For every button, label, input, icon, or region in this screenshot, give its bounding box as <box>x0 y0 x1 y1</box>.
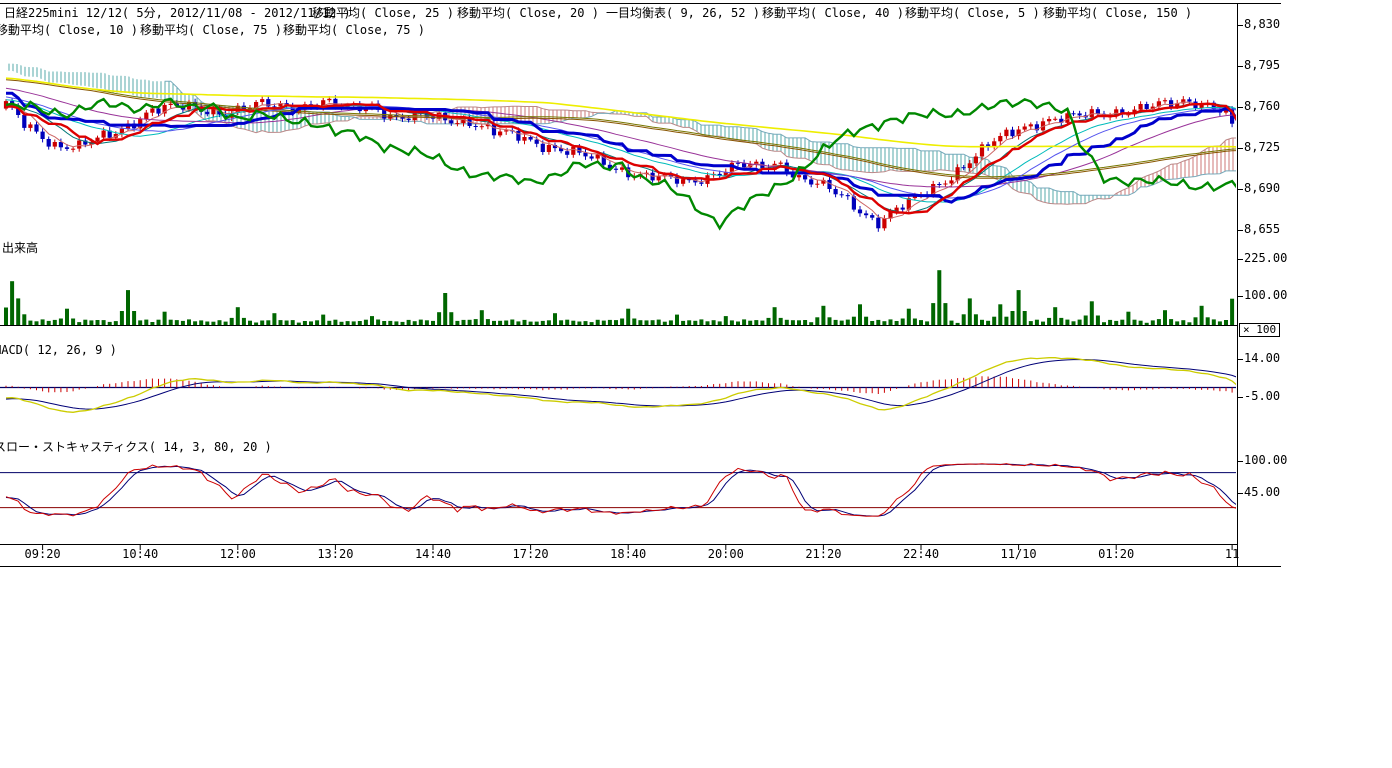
stochastics-panel-label: スロー・ストキャスティクス( 14, 3, 80, 20 ) <box>0 441 272 454</box>
legend-item: 移動平均( Close, 75 ) <box>140 24 282 37</box>
legend-item: 移動平均( Close, 150 ) <box>1043 7 1192 20</box>
stoch-axis-label: 45.00 <box>1244 486 1280 499</box>
legend-item: 移動平均( Close, 25 ) <box>312 7 454 20</box>
time-axis-label: 12:00 <box>220 548 256 561</box>
legend-item: 移動平均( Close, 40 ) <box>762 7 904 20</box>
macd-axis-label: -5.00 <box>1244 390 1280 403</box>
chart-application-window: 出来高 MACD( 12, 26, 9 ) スロー・ストキャスティクス( 14,… <box>0 0 1392 768</box>
time-axis-label: 13:20 <box>317 548 353 561</box>
price-axis-label: 8,760 <box>1244 100 1280 113</box>
price-axis-label: 8,690 <box>1244 182 1280 195</box>
volume-axis-label: 225.00 <box>1244 252 1287 265</box>
price-axis-label: 8,655 <box>1244 223 1280 236</box>
time-axis-label: 11 <box>1225 548 1239 561</box>
time-axis-label: 20:00 <box>708 548 744 561</box>
volume-axis-label: 100.00 <box>1244 289 1287 302</box>
time-axis-label: 18:40 <box>610 548 646 561</box>
legend-item: 移動平均( Close, 10 ) <box>0 24 138 37</box>
time-axis-label: 14:40 <box>415 548 451 561</box>
time-axis-label: 01:20 <box>1098 548 1134 561</box>
volume-panel <box>4 259 1240 325</box>
time-axis-label: 21:20 <box>805 548 841 561</box>
macd-panel <box>0 358 1238 413</box>
stochastics-panel <box>0 464 1238 517</box>
macd-axis-label: 14.00 <box>1244 352 1280 365</box>
legend-item: 移動平均( Close, 20 ) <box>457 7 599 20</box>
price-axis-label: 8,830 <box>1244 18 1280 31</box>
legend-item: 移動平均( Close, 5 ) <box>905 7 1040 20</box>
legend-item: 日経225mini 12/12( 5分, 2012/11/08 - 2012/1… <box>4 7 351 20</box>
chart-frame <box>0 4 1281 567</box>
volume-panel-label: 出来高 <box>2 242 38 255</box>
price-axis-label: 8,795 <box>1244 59 1280 72</box>
price-axis-label: 8,725 <box>1244 141 1280 154</box>
time-axis-label: 10:40 <box>122 548 158 561</box>
legend-item: 一目均衡表( 9, 26, 52 ) <box>606 7 760 20</box>
time-axis-label: 11/10 <box>1001 548 1037 561</box>
time-axis-label: 09:20 <box>25 548 61 561</box>
macd-panel-label: MACD( 12, 26, 9 ) <box>0 344 117 357</box>
time-axis-label: 17:20 <box>513 548 549 561</box>
price-panel <box>4 64 1240 232</box>
legend-item: 移動平均( Close, 75 ) <box>283 24 425 37</box>
stoch-axis-label: 100.00 <box>1244 454 1287 467</box>
chart-canvas[interactable] <box>0 0 1392 768</box>
time-axis-label: 22:40 <box>903 548 939 561</box>
volume-unit-badge: × 100 <box>1239 323 1280 337</box>
